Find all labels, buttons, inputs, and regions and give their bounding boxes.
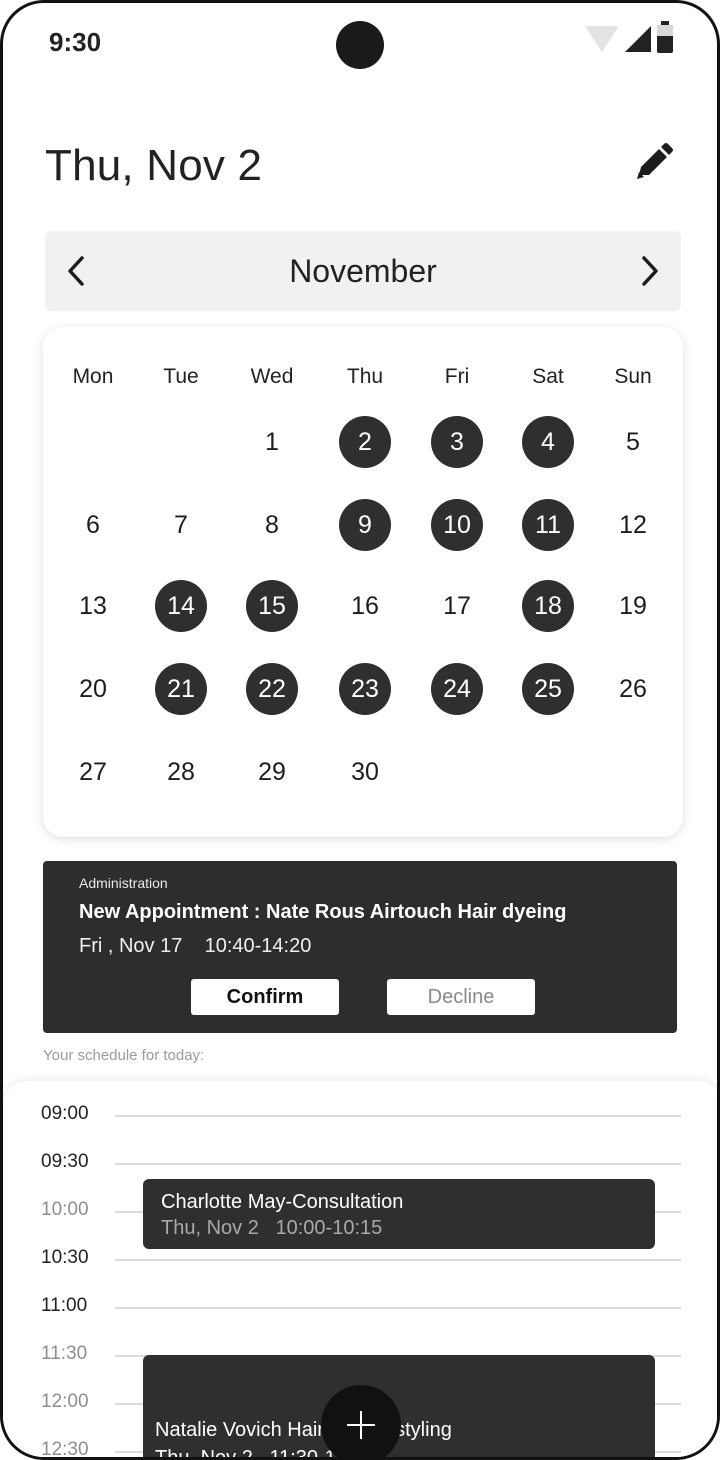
time-slot-label: 11:30 [41,1343,88,1364]
calendar-day[interactable]: 8 [246,499,298,551]
calendar-day-booked[interactable]: 3 [431,416,483,468]
wifi-icon [585,26,619,52]
time-slot-line [115,1307,681,1309]
weekday-header: Tue [163,365,199,388]
month-selector: November [45,231,681,311]
month-label: November [289,253,437,289]
weekday-header: Fri [444,365,470,388]
calendar-day-booked[interactable]: 22 [246,663,298,715]
camera-cutout [336,21,384,69]
calendar-day-booked[interactable]: 4 [522,416,574,468]
calendar-day[interactable]: 27 [67,746,119,798]
decline-button[interactable]: Decline [387,979,535,1015]
weekday-header: Wed [250,365,294,388]
calendar-day-booked[interactable]: 14 [155,580,207,632]
time-slot-line [115,1115,681,1117]
battery-icon [657,21,673,53]
calendar-day[interactable]: 16 [339,580,391,632]
schedule-caption: Your schedule for today: [43,1047,205,1064]
appointment-card[interactable]: Natalie Vovich Haircut and styling Thu, … [143,1355,655,1457]
time-slot-label: 10:00 [41,1199,89,1220]
time-slot-label: 10:30 [41,1247,89,1268]
calendar-day-booked[interactable]: 21 [155,663,207,715]
calendar-day-booked[interactable]: 24 [431,663,483,715]
appointment-time: Thu, Nov 2 10:00-10:15 [161,1217,383,1239]
notification-title: New Appointment : Nate Rous Airtouch Hai… [79,901,567,923]
weekday-header: Thu [346,365,384,388]
appointment-card[interactable]: Charlotte May-Consultation Thu, Nov 2 10… [143,1179,655,1249]
calendar-grid: Mon Tue Wed Thu Fri Sat Sun 1 2 3 4 5 6 7 8 9 10 11 12 13 14… [43,327,683,837]
confirm-button[interactable]: Confirm [191,979,339,1015]
status-icons [585,21,673,53]
time-slot-label: 09:30 [41,1151,89,1172]
calendar-day-booked[interactable]: 9 [339,499,391,551]
calendar-day-booked[interactable]: 25 [522,663,574,715]
edit-button[interactable] [629,139,677,187]
calendar-day[interactable]: 20 [67,663,119,715]
calendar-day-booked[interactable]: 10 [431,499,483,551]
calendar-day-booked[interactable]: 15 [246,580,298,632]
time-slot-line [115,1259,681,1261]
status-time: 9:30 [49,27,102,57]
calendar-day-booked[interactable]: 11 [522,499,574,551]
calendar-day-booked[interactable]: 2 [339,416,391,468]
notification-source: Administration [79,875,168,891]
signal-icon [625,26,651,52]
calendar-day[interactable]: 12 [607,499,659,551]
time-slot-label: 12:00 [41,1391,89,1412]
weekday-header: Sun [614,365,652,388]
time-slot-line [115,1163,681,1165]
calendar-day[interactable]: 17 [431,580,483,632]
calendar-day[interactable]: 13 [67,580,119,632]
weekday-header: Sat [532,365,564,388]
calendar-day[interactable]: 30 [339,746,391,798]
calendar-day[interactable]: 19 [607,580,659,632]
calendar-day[interactable]: 5 [607,416,659,468]
appointment-request-card: Administration New Appointment : Nate Ro… [43,861,677,1033]
calendar-day[interactable]: 6 [67,499,119,551]
chevron-right-icon [642,256,658,286]
phone-screen: 9:30 Thu, Nov 2 November Mon Tue Wed Thu Fri… [0,0,720,1460]
appointment-title: Natalie Vovich Haircut and styling [155,1419,452,1441]
calendar-day[interactable]: 29 [246,746,298,798]
next-month-button[interactable] [623,245,675,297]
calendar-day[interactable]: 26 [607,663,659,715]
calendar-day[interactable]: 1 [246,416,298,468]
page-title: Thu, Nov 2 [45,141,263,190]
time-slot-label: 09:00 [41,1103,89,1124]
add-appointment-button[interactable] [321,1385,401,1457]
weekday-header: Mon [72,365,114,388]
pencil-icon [637,143,673,179]
time-slot-label: 11:00 [41,1295,88,1316]
calendar-day-booked[interactable]: 23 [339,663,391,715]
calendar-day-booked[interactable]: 18 [522,580,574,632]
calendar-day[interactable]: 7 [155,499,207,551]
time-slot-label: 12:30 [41,1439,89,1460]
appointment-title: Charlotte May-Consultation [161,1191,404,1213]
calendar-day[interactable]: 28 [155,746,207,798]
notification-datetime: Fri , Nov 17 10:40-14:20 [79,935,312,957]
